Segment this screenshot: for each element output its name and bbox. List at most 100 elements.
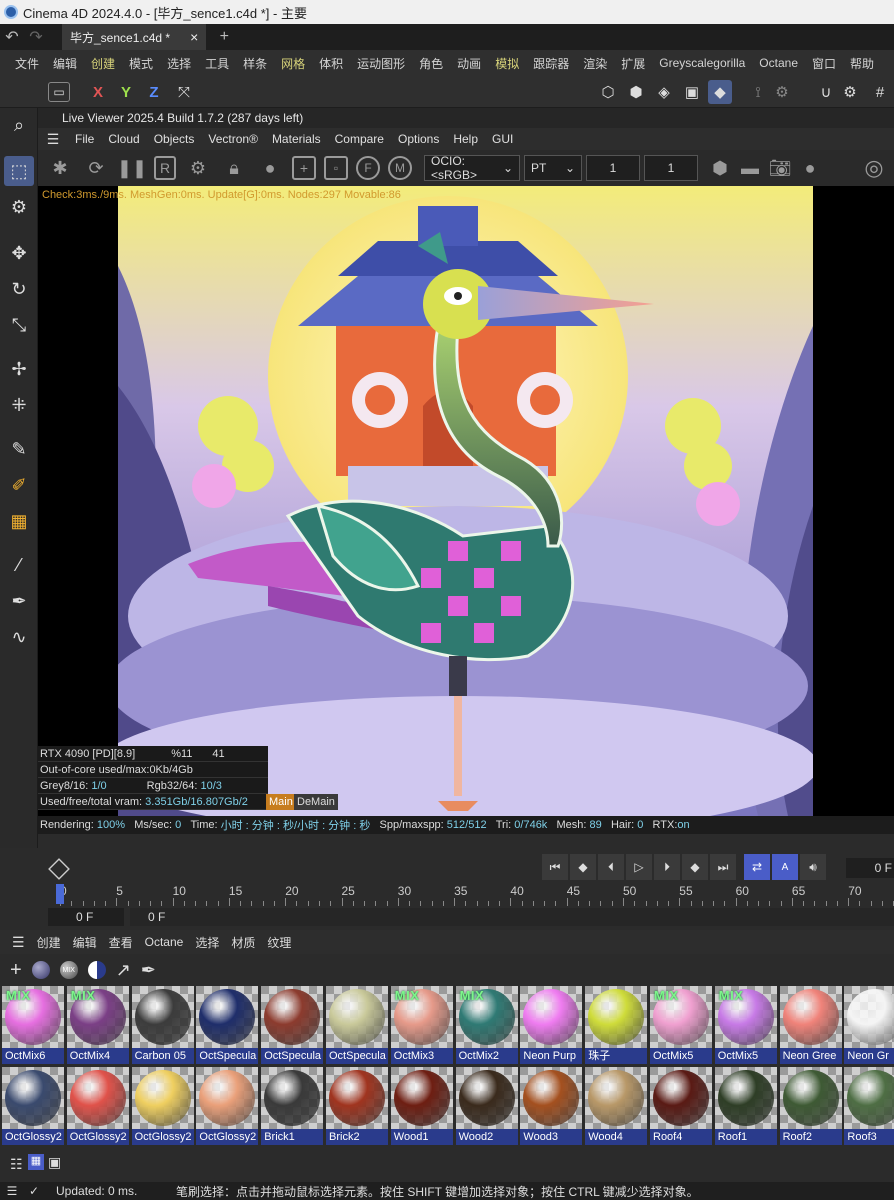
film-region-icon[interactable]: ▫ <box>324 156 348 180</box>
refresh-icon[interactable]: ⟳ <box>82 154 110 182</box>
autokey-icon[interactable]: A <box>772 854 798 880</box>
material-swatch[interactable]: Roof2 <box>779 1067 842 1145</box>
material-menu-item[interactable]: 创建 <box>31 934 67 951</box>
selection-tool-icon[interactable]: ⬚ <box>4 156 34 186</box>
lv-menu-item[interactable]: Vectron® <box>201 132 265 146</box>
cube-primitive-icon[interactable]: ▦ <box>4 506 34 536</box>
undo-icon[interactable]: ↶ <box>0 27 24 47</box>
deformer-icon[interactable]: ∿ <box>4 622 34 652</box>
coordinate-system-icon[interactable]: ⤧ <box>172 80 196 104</box>
menu-item[interactable]: 扩展 <box>614 55 652 72</box>
material-swatch[interactable]: OctGlossy2 <box>196 1067 259 1145</box>
pause-icon[interactable]: ❚❚ <box>117 154 147 182</box>
play-icon[interactable]: ▷ <box>626 854 652 880</box>
material-swatch[interactable]: Neon Purp <box>520 986 583 1064</box>
edges-mode-icon[interactable]: ⬢ <box>624 80 648 104</box>
menu-item[interactable]: 样条 <box>236 55 274 72</box>
hamburger-menu-icon[interactable]: ☰ <box>6 934 31 951</box>
spline-pen-icon[interactable]: ✎ <box>4 434 34 464</box>
next-frame-icon[interactable]: ⏵ <box>654 854 680 880</box>
axis-z-button[interactable]: Z <box>142 80 166 104</box>
sound-icon[interactable]: 🔊︎ <box>800 854 826 880</box>
material-swatch[interactable]: 珠子 <box>585 986 648 1064</box>
go-start-icon[interactable]: ⏮ <box>542 854 568 880</box>
material-menu-item[interactable]: Octane <box>139 935 190 949</box>
grid-icon[interactable]: # <box>868 80 892 104</box>
material-swatch[interactable]: MIX OctMix4 <box>66 986 129 1064</box>
material-menu-item[interactable]: 查看 <box>103 934 139 951</box>
menu-item[interactable]: 网格 <box>274 55 312 72</box>
sphere-preview-icon[interactable]: ● <box>256 154 284 182</box>
current-frame-field[interactable]: 0 F <box>130 908 894 926</box>
close-icon[interactable]: × <box>190 29 198 45</box>
camera-icon[interactable]: 📷︎ <box>766 154 794 182</box>
large-view-icon[interactable]: ▣ <box>48 1154 61 1171</box>
playhead[interactable] <box>56 884 64 904</box>
material-swatch[interactable]: OctGlossy2 <box>131 1067 194 1145</box>
spline-tool-icon[interactable]: ✐ <box>4 470 34 500</box>
material-menu-item[interactable]: 选择 <box>189 934 225 951</box>
material-swatch[interactable]: Wood2 <box>455 1067 518 1145</box>
document-tab[interactable]: 毕方_sence1.c4d * × <box>62 24 207 50</box>
redo-icon[interactable]: ↷ <box>24 27 48 47</box>
main-tab[interactable]: Main <box>266 794 296 810</box>
material-swatch[interactable]: OctGlossy2 <box>66 1067 129 1145</box>
points-mode-icon[interactable]: ⬡ <box>596 80 620 104</box>
material-menu-item[interactable]: 纹理 <box>261 934 297 951</box>
kernel-select[interactable]: PT ⌄ <box>524 155 582 181</box>
material-swatch[interactable]: MIX OctMix3 <box>390 986 453 1064</box>
field2-input[interactable]: 1 <box>644 155 698 181</box>
menu-item[interactable]: 编辑 <box>46 55 84 72</box>
lv-menu-item[interactable]: File <box>68 132 101 146</box>
settings-gear-icon[interactable]: ⚙ <box>838 80 862 104</box>
menu-item[interactable]: 运动图形 <box>350 55 412 72</box>
snap-settings-icon[interactable]: ⚙ <box>770 80 794 104</box>
material-swatch[interactable]: Brick2 <box>326 1067 388 1145</box>
move-tool-icon[interactable]: ✥ <box>4 238 34 268</box>
lv-menu-item[interactable]: GUI <box>485 132 520 146</box>
archive-icon[interactable]: ▭ <box>48 82 70 102</box>
add-tab-button[interactable]: + <box>212 28 236 46</box>
contrast-icon[interactable] <box>87 961 106 979</box>
focus-picker-icon[interactable]: F <box>356 156 380 180</box>
material-swatch[interactable]: Roof4 <box>650 1067 712 1145</box>
brush-tool-icon[interactable]: ⁄ <box>4 550 34 580</box>
snap-icon[interactable]: ⟟ <box>746 80 770 104</box>
material-picker-icon[interactable]: M <box>388 156 412 180</box>
go-end-icon[interactable]: ⏭ <box>710 854 736 880</box>
lv-menu-item[interactable]: Help <box>446 132 485 146</box>
circle-icon[interactable]: ● <box>796 154 824 182</box>
loop-icon[interactable]: ⇄ <box>744 854 770 880</box>
axis-y-button[interactable]: Y <box>114 80 138 104</box>
menu-item[interactable]: 工具 <box>198 55 236 72</box>
model-mode-icon[interactable]: ◆ <box>708 80 732 104</box>
next-key-icon[interactable]: ◆ <box>682 854 708 880</box>
lv-menu-item[interactable]: Compare <box>328 132 391 146</box>
ocio-select[interactable]: OCIO:<sRGB> ⌄ <box>424 154 520 182</box>
material-swatch[interactable]: Wood1 <box>390 1067 453 1145</box>
octane-material-icon[interactable] <box>31 961 50 979</box>
tool-settings-icon[interactable]: ⚙ <box>4 192 34 222</box>
menu-item[interactable]: 帮助 <box>843 55 881 72</box>
settings-gear-icon[interactable]: ⚙ <box>184 154 212 182</box>
material-swatch[interactable]: OctSpecula <box>196 986 259 1064</box>
hamburger-menu-icon[interactable]: ☰ <box>38 131 68 148</box>
menu-item[interactable]: 体积 <box>312 55 350 72</box>
prev-frame-icon[interactable]: ⏴ <box>598 854 624 880</box>
menu-item[interactable]: 选择 <box>160 55 198 72</box>
search-icon[interactable]: ⌕ <box>4 110 34 140</box>
field1-input[interactable]: 1 <box>586 155 640 181</box>
live-viewer-viewport[interactable]: Check:3ms./9ms. MeshGen:0ms. Update[G]:0… <box>38 186 894 816</box>
start-frame-field[interactable]: 0 F <box>48 908 124 926</box>
hamburger-menu-icon[interactable]: ☰ <box>0 1184 24 1198</box>
uv-mode-icon[interactable]: ▣ <box>680 80 704 104</box>
fan-reset-icon[interactable]: ✱ <box>46 154 74 182</box>
menu-item[interactable]: 窗口 <box>805 55 843 72</box>
material-swatch[interactable]: Neon Gr <box>844 986 894 1064</box>
material-menu-item[interactable]: 材质 <box>225 934 261 951</box>
arrow-icon[interactable]: ↗ <box>116 960 131 981</box>
material-swatch[interactable]: Wood4 <box>585 1067 648 1145</box>
menu-item[interactable]: 渲染 <box>576 55 614 72</box>
grid-view-icon[interactable]: ▦ <box>28 1154 44 1170</box>
material-swatch[interactable]: OctSpecula <box>326 986 388 1064</box>
